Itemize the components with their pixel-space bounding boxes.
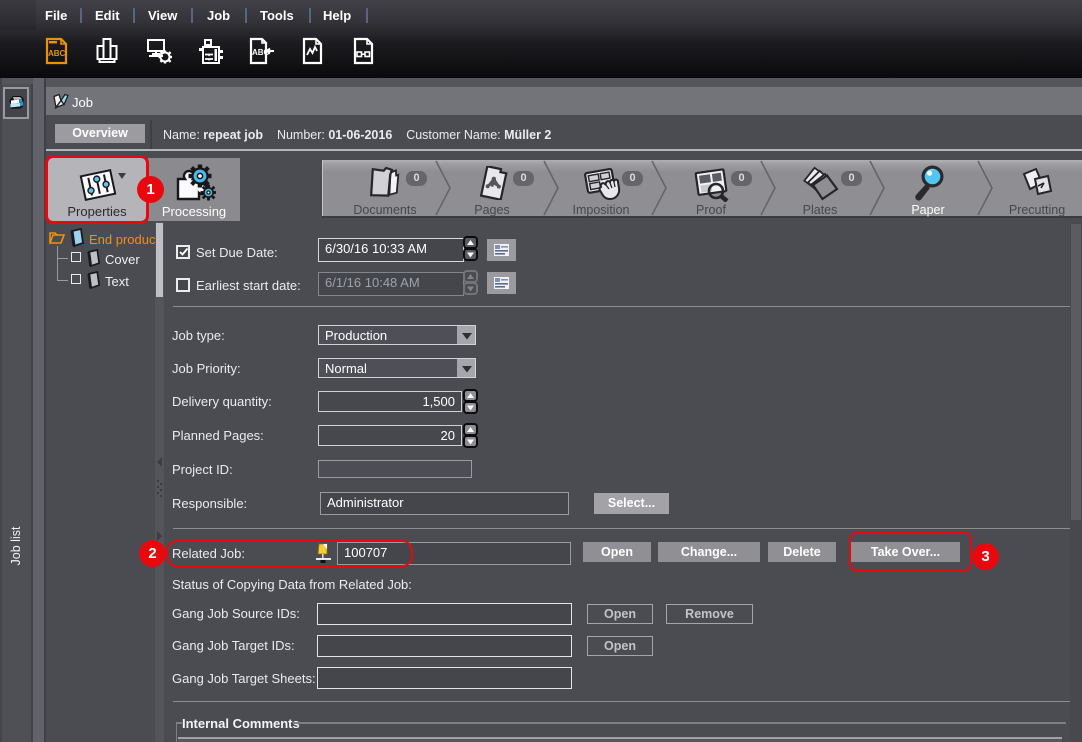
svg-text:ABC: ABC [48,49,66,58]
svg-text:ABC: ABC [252,48,270,57]
